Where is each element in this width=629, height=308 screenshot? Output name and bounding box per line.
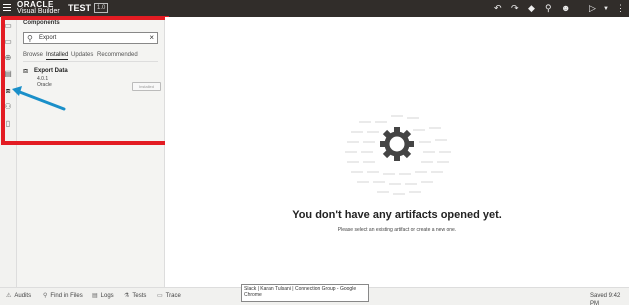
tests-icon: ⚗	[124, 293, 130, 299]
panel-title: Components	[23, 20, 60, 26]
processes-icon[interactable]: ⚇	[4, 103, 12, 111]
project-name[interactable]: TEST	[68, 3, 91, 13]
pages-icon[interactable]: ▭	[4, 22, 12, 30]
brand-product: Visual Builder	[17, 8, 60, 15]
clear-icon[interactable]: ×	[149, 33, 154, 43]
logs-label: Logs	[100, 293, 114, 299]
source-icon[interactable]: ▯	[4, 120, 12, 128]
gear-icon	[380, 127, 414, 161]
tab-recommended[interactable]: Recommended	[97, 51, 138, 59]
tab-browse[interactable]: Browse	[23, 51, 43, 59]
tab-updates[interactable]: Updates	[71, 51, 93, 59]
component-icon: ⧈	[23, 66, 29, 75]
saved-status: Saved 9:42 PM	[590, 293, 621, 307]
component-item[interactable]: ⧈ Export Data 4.0.1 Oracle Installed	[23, 66, 161, 97]
empty-state-subtitle: Please select an existing artifact or cr…	[337, 227, 457, 233]
version-badge[interactable]: 1.0	[94, 3, 109, 13]
play-icon[interactable]: ▷	[589, 3, 596, 13]
find-label: Find in Files	[50, 293, 83, 299]
web-apps-icon[interactable]: ▭	[4, 38, 12, 46]
search-icon: ⚲	[27, 34, 33, 43]
taskbar-tooltip: Slack | Karan Tulsani | Connection Group…	[241, 284, 369, 302]
trace-icon: ▭	[157, 293, 163, 299]
find-icon: ⚲	[43, 293, 48, 299]
component-tabs: Browse Installed Updates Recommended	[23, 51, 158, 62]
component-name: Export Data	[34, 68, 68, 74]
services-icon[interactable]: ⊕	[4, 54, 12, 62]
audits-icon: ⚠	[6, 293, 12, 299]
audits-tab[interactable]: ⚠ Audits	[6, 292, 31, 300]
business-objects-icon[interactable]: ▤	[4, 70, 12, 78]
find-in-files-tab[interactable]: ⚲ Find in Files	[43, 292, 83, 300]
logs-icon: ▤	[92, 293, 98, 299]
empty-state-title: You don't have any artifacts opened yet.	[292, 209, 502, 221]
trace-tab[interactable]: ▭ Trace	[157, 292, 181, 300]
main-editor-area: You don't have any artifacts opened yet.…	[165, 17, 629, 287]
diamond-icon[interactable]: ◆	[528, 3, 535, 13]
redo-icon[interactable]: ↷	[511, 3, 519, 13]
left-rail: ▭ ▭ ⊕ ▤ ⧈ ⚇ ▯	[0, 17, 17, 287]
tests-tab[interactable]: ⚗ Tests	[124, 292, 146, 300]
tab-installed[interactable]: Installed	[46, 51, 69, 60]
brand-logo: ORACLE Visual Builder	[17, 0, 60, 16]
user-icon[interactable]: ☻	[561, 3, 570, 13]
components-panel: Components ⚲ Export × Browse Installed U…	[17, 17, 165, 287]
menu-icon[interactable]	[3, 4, 11, 12]
chevron-down-icon[interactable]: ▼	[603, 4, 609, 14]
component-vendor: Oracle	[37, 82, 52, 88]
logs-tab[interactable]: ▤ Logs	[92, 292, 114, 300]
audits-label: Audits	[14, 293, 32, 299]
more-icon[interactable]: ⋮	[616, 3, 625, 13]
top-bar: ORACLE Visual Builder TEST 1.0 ↶ ↷ ◆ ⚲ ☻…	[0, 0, 629, 17]
component-search-input[interactable]: ⚲ Export ×	[23, 32, 158, 44]
installed-button[interactable]: Installed	[132, 82, 161, 91]
components-icon[interactable]: ⧈	[4, 87, 12, 95]
trace-label: Trace	[165, 293, 181, 299]
undo-icon[interactable]: ↶	[494, 3, 502, 13]
empty-state-illustration	[345, 115, 451, 195]
search-value[interactable]: Export	[39, 34, 56, 43]
search-icon[interactable]: ⚲	[545, 3, 552, 13]
brand-oracle: ORACLE	[17, 0, 54, 9]
tests-label: Tests	[132, 293, 147, 299]
